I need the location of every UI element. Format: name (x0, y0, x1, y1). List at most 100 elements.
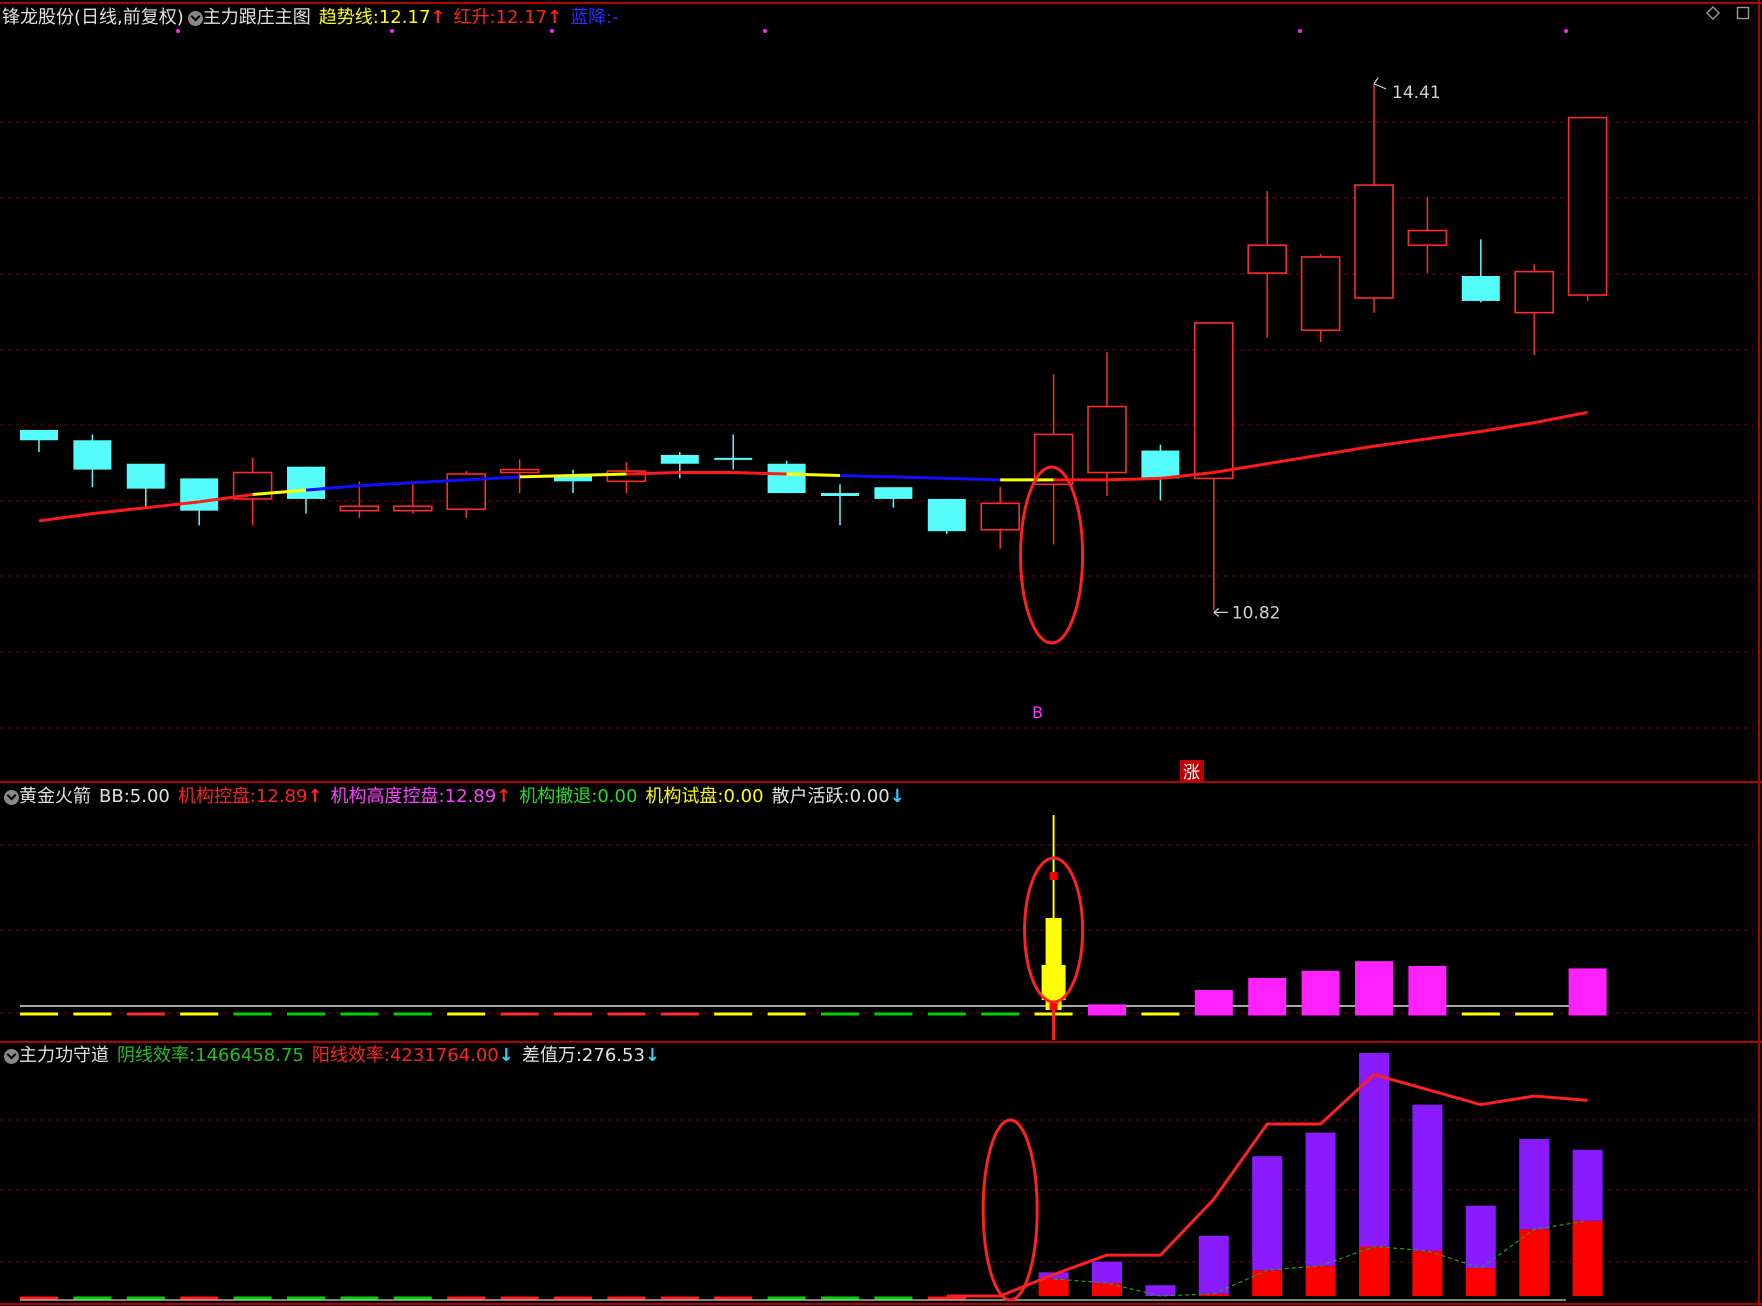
legend-item: 趋势线:12.17↑ (319, 6, 446, 30)
legend-value: 0.00 (849, 786, 890, 807)
legend-label: 机构试盘: (645, 786, 724, 807)
legend-item: 蓝降:- (570, 6, 619, 30)
legend-label: 差值万: (521, 1045, 582, 1066)
candle-body-up (339, 505, 380, 512)
defense-red-bar (1412, 1250, 1443, 1296)
legend-value: 1466458.75 (195, 1045, 304, 1066)
chart-canvas: 14.41 10.82 B 涨 (0, 0, 1762, 1306)
rocket-indicator-values: BB:5.00 机构控盘:12.89↑ 机构高度控盘:12.89↑ 机构撤退:0.00… (99, 785, 913, 809)
candle-body-down (1141, 450, 1180, 479)
trend-line-segment (572, 472, 627, 477)
defense-red-bar (1572, 1220, 1603, 1296)
legend-label: BB: (99, 786, 130, 807)
trend-line-segment (946, 476, 1001, 482)
candle-body-up (1300, 256, 1341, 332)
rocket-bar (1088, 1004, 1126, 1014)
rocket-bar (1568, 968, 1607, 1014)
arrow-down-icon: ↓ (644, 1045, 660, 1066)
defense-indicator-values: 阴线效率:1466458.75 阳线效率:4231764.00↓ 差值万:276.5… (117, 1044, 668, 1068)
legend-label: 散户活跃: (771, 786, 850, 807)
main-price-chart[interactable] (20, 77, 1608, 645)
main-indicator-toggle-icon[interactable] (187, 10, 203, 26)
legend-item: 散户活跃:0.00↓ (772, 785, 905, 809)
candle-body-down (73, 440, 112, 470)
legend-value: 12.89 (444, 786, 497, 807)
main-indicator-values: 趋势线:12.17↑ 红升:12.17↑ 蓝降:- (319, 6, 627, 30)
rocket-marker (1049, 872, 1058, 880)
defense-signal-circle (981, 1118, 1039, 1302)
legend-label: 趋势线: (318, 7, 379, 28)
candle-body-up (392, 505, 433, 512)
legend-label: 机构控盘: (177, 786, 256, 807)
buy-signal-mark: B (1032, 703, 1043, 722)
candle-body-down (927, 498, 966, 532)
defense-purple-bar (1465, 1205, 1496, 1269)
candle-body-down (767, 463, 806, 494)
legend-label: 阳线效率: (311, 1045, 390, 1066)
trend-line-segment (626, 471, 680, 476)
trend-line-segment (1373, 437, 1428, 448)
legend-value: 0.00 (723, 786, 764, 807)
candle-body-down (714, 457, 753, 460)
candle-body-down (126, 463, 165, 489)
legend-item: 差值万:276.53↓ (522, 1044, 660, 1068)
trend-line-segment (786, 472, 841, 477)
candle-body-up (499, 468, 540, 474)
candle-body-up (1567, 116, 1608, 296)
arrow-down-icon: ↓ (889, 786, 905, 807)
defense-indicator-name[interactable]: 主力功守道 (19, 1044, 109, 1068)
window-square-icon[interactable] (1736, 6, 1750, 20)
legend-label: 机构撤退: (519, 786, 598, 807)
trend-line-segment (1480, 421, 1535, 433)
candle-body-down (20, 430, 58, 441)
legend-value: 4231764.00 (389, 1045, 499, 1066)
legend-label: 蓝降: (570, 7, 613, 28)
candle-body-up (1407, 229, 1448, 247)
candle-body-up (1354, 184, 1394, 299)
defense-purple-bar (1198, 1235, 1229, 1294)
legend-value: - (612, 7, 619, 28)
candle-body-up (1514, 270, 1554, 314)
defense-purple-bar (1305, 1132, 1336, 1266)
defense-chart[interactable] (20, 1053, 1603, 1302)
candle-body-up (1087, 405, 1127, 474)
legend-value: 12.89 (255, 786, 308, 807)
defense-legend: 主力功守道 阴线效率:1466458.75 阳线效率:4231764.00↓ 差值万… (0, 1044, 668, 1068)
high-price-label: 14.41 (1392, 83, 1441, 103)
legend-label: 红升: (453, 7, 496, 28)
arrow-up-icon: ↑ (547, 7, 563, 28)
trend-line-segment (893, 475, 947, 480)
trend-line-segment (519, 473, 574, 479)
trend-line-segment (1320, 444, 1375, 457)
legend-value: 0.00 (597, 786, 638, 807)
candle-body-down (180, 478, 219, 511)
defense-indicator-toggle-icon[interactable] (4, 1048, 19, 1064)
defense-purple-bar (1359, 1053, 1389, 1247)
rocket-legend: 黄金火箭 BB:5.00 机构控盘:12.89↑ 机构高度控盘:12.89↑ 机构撤退… (0, 785, 913, 809)
low-price-label: 10.82 (1232, 603, 1281, 623)
main-indicator-name[interactable]: 主力跟庄主图 (203, 6, 311, 30)
legend-item: 阴线效率:1466458.75 (117, 1044, 304, 1068)
legend-value: 12.17 (495, 7, 548, 28)
arrow-up-icon: ↑ (430, 7, 446, 28)
rocket-bar (1301, 970, 1340, 1014)
trend-line-segment (38, 512, 93, 523)
rocket-bar (1248, 978, 1287, 1014)
signal-circle (1019, 465, 1085, 645)
rocket-bar (1408, 966, 1447, 1014)
arrow-down-icon: ↓ (498, 1045, 514, 1066)
main-legend: 锋龙股份(日线,前复权) 主力跟庄主图 趋势线:12.17↑ 红升:12.17↑ 蓝… (0, 6, 627, 30)
trend-line-segment (1533, 410, 1588, 425)
trend-line-segment (839, 473, 894, 479)
stock-title: 锋龙股份(日线,前复权) (2, 7, 184, 28)
diamond-icon[interactable] (1706, 6, 1720, 20)
legend-label: 机构高度控盘: (330, 786, 445, 807)
golden-rocket-chart[interactable] (20, 815, 1607, 1040)
rocket-indicator-toggle-icon[interactable] (4, 789, 19, 805)
defense-purple-bar (1252, 1156, 1283, 1271)
defense-purple-bar (1572, 1149, 1603, 1221)
rocket-indicator-name[interactable]: 黄金火箭 (19, 785, 91, 809)
trend-line-segment (359, 481, 413, 488)
legend-label: 阴线效率: (117, 1045, 196, 1066)
defense-red-bar (1038, 1278, 1069, 1296)
